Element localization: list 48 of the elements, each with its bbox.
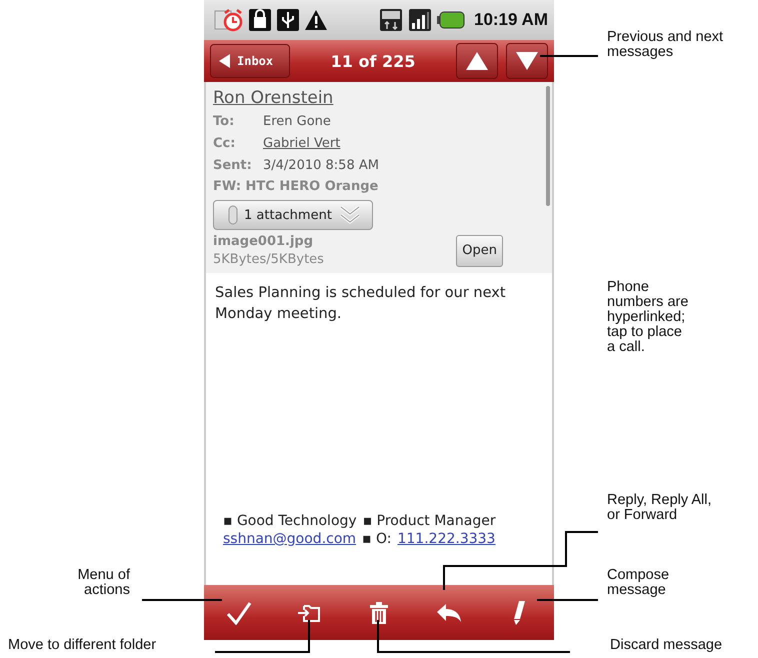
open-button[interactable]: Open bbox=[456, 234, 503, 266]
callout-label: Discard message bbox=[610, 638, 722, 653]
sender-name[interactable]: Ron Orenstein bbox=[213, 88, 334, 108]
signature-link[interactable]: 111.222.3333 bbox=[397, 531, 496, 547]
folder-arrow-icon bbox=[297, 602, 321, 622]
back-arrow-icon bbox=[219, 54, 231, 68]
up-arrow-icon bbox=[466, 52, 488, 70]
signature-link[interactable]: sshnan@good.com bbox=[223, 531, 356, 547]
attachment-name: image001.jpg bbox=[213, 234, 314, 249]
warning-icon bbox=[304, 9, 328, 31]
signature-text: ▪ Product Manager bbox=[362, 513, 496, 529]
leader-line bbox=[540, 55, 598, 57]
callout-label: Compose message bbox=[607, 568, 670, 598]
paperclip-icon bbox=[228, 205, 238, 225]
callout-label: Menu of actions bbox=[76, 568, 130, 598]
scrollbar[interactable] bbox=[546, 86, 550, 206]
double-chevron-icon bbox=[338, 204, 362, 226]
clock-time: 10:19 AM bbox=[474, 10, 548, 30]
subject-line: FW: HTC HERO Orange bbox=[213, 178, 378, 196]
attachment-size: 5KBytes/5KBytes bbox=[213, 252, 324, 267]
leader-line bbox=[537, 599, 598, 601]
recipient-link[interactable]: Gabriel Vert bbox=[263, 136, 340, 150]
signal-icon bbox=[408, 8, 432, 32]
pencil-icon bbox=[511, 600, 527, 626]
callout-label: Move to different folder bbox=[8, 638, 156, 653]
message-text: Sales Planning is scheduled for our next Monday meeting. bbox=[215, 284, 507, 324]
trash-icon bbox=[369, 600, 389, 624]
callout-label: Previous and next messages bbox=[607, 30, 724, 60]
alarm-clock-icon bbox=[214, 7, 244, 33]
callout-label: Phone numbers are hyperlinked; tap to place a call. bbox=[607, 280, 690, 355]
usb-icon bbox=[276, 8, 300, 32]
field-label: To: bbox=[213, 114, 236, 128]
field-value: Eren Gone bbox=[263, 114, 331, 128]
battery-icon bbox=[436, 11, 465, 29]
reply-arrow-icon bbox=[436, 602, 462, 622]
previous-message-button[interactable] bbox=[456, 43, 498, 79]
checkmark-icon bbox=[226, 600, 252, 624]
next-message-button[interactable] bbox=[506, 43, 548, 79]
callout-label: Reply, Reply All, or Forward bbox=[607, 493, 712, 523]
down-arrow-icon bbox=[516, 52, 538, 70]
signature-text: ▪ Good Technology bbox=[223, 513, 357, 529]
field-label: Sent: bbox=[213, 158, 253, 172]
field-label: Cc: bbox=[213, 136, 236, 150]
signature-text: ▪ O: bbox=[362, 531, 392, 547]
message-position: 11 of 225 bbox=[330, 52, 416, 70]
field-value: 3/4/2010 8:58 AM bbox=[263, 158, 379, 172]
inbox-back-button[interactable]: Inbox bbox=[210, 44, 290, 78]
attachment-button[interactable]: 1 attachment bbox=[213, 200, 373, 230]
